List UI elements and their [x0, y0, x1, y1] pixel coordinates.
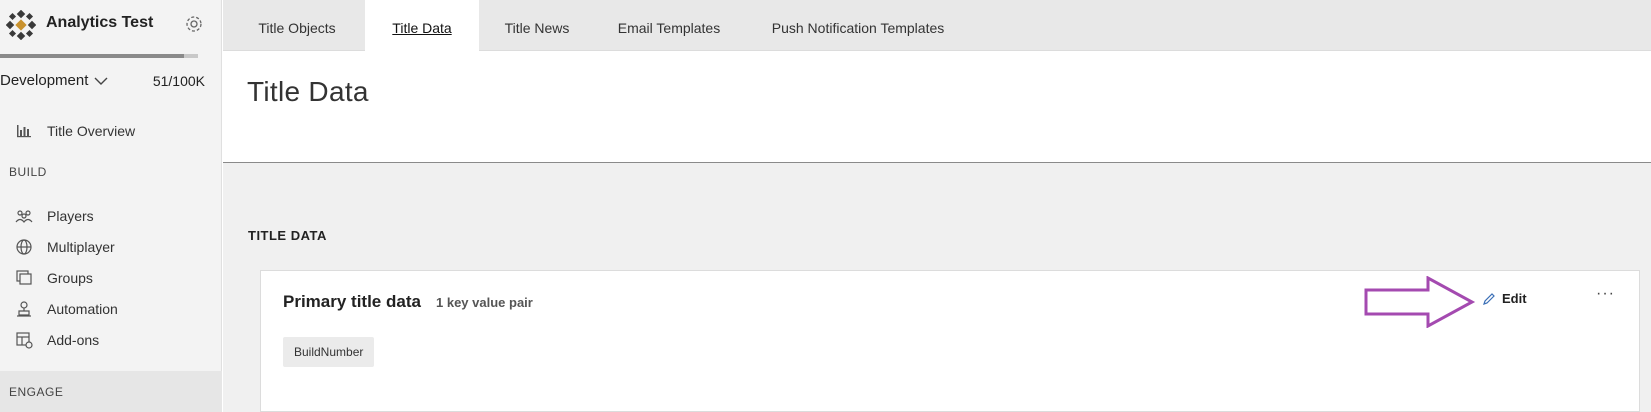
players-icon [15, 210, 33, 223]
sidebar-item-players[interactable]: Players [0, 202, 222, 230]
edit-label: Edit [1502, 291, 1527, 306]
usage-count: 51/100K [152, 73, 205, 89]
sidebar-item-label: Multiplayer [47, 239, 115, 255]
sidebar: Analytics Test Development 51/100K Title… [0, 0, 222, 412]
sidebar-item-multiplayer[interactable]: Multiplayer [0, 233, 222, 261]
section-label: TITLE DATA [248, 228, 327, 243]
tab-bar: Title Objects Title Data Title News Emai… [223, 0, 1651, 51]
usage-progress-fill [0, 54, 185, 58]
tab-title-objects[interactable]: Title Objects [236, 0, 358, 51]
groups-icon [16, 270, 32, 285]
sidebar-item-add-ons[interactable]: Add-ons [0, 326, 222, 354]
more-options-button[interactable]: ··· [1596, 285, 1615, 303]
build-section-heading: BUILD [9, 165, 47, 179]
engage-section: ENGAGE [0, 371, 222, 412]
sidebar-item-groups[interactable]: Groups [0, 264, 222, 292]
sidebar-item-label: Title Overview [47, 123, 136, 139]
app-header: Analytics Test [0, 0, 222, 50]
addons-icon [16, 332, 33, 349]
sidebar-item-label: Players [47, 208, 94, 224]
gear-icon[interactable] [184, 14, 204, 34]
tab-email-templates[interactable]: Email Templates [595, 0, 743, 51]
engage-section-heading: ENGAGE [9, 385, 64, 399]
tab-title-data[interactable]: Title Data [365, 0, 479, 51]
pencil-icon [1483, 292, 1495, 305]
page-title: Title Data [247, 76, 369, 107]
card-title: Primary title data [283, 292, 421, 311]
bar-chart-icon [17, 125, 31, 138]
environment-selector[interactable]: Development [0, 72, 108, 89]
annotation-arrow-icon [1364, 276, 1476, 328]
tab-title-news[interactable]: Title News [487, 0, 587, 51]
key-chip[interactable]: BuildNumber [283, 337, 375, 367]
environment-name: Development [0, 72, 89, 89]
usage-progress-bar [0, 54, 198, 58]
globe-icon [16, 239, 32, 255]
robot-icon [17, 301, 31, 317]
sidebar-item-automation[interactable]: Automation [0, 295, 222, 323]
page-header: Title Data [223, 51, 1651, 163]
sidebar-item-title-overview[interactable]: Title Overview [0, 117, 222, 145]
app-logo-icon [6, 10, 36, 40]
sidebar-item-label: Add-ons [47, 332, 100, 348]
app-title: Analytics Test [46, 14, 154, 31]
chevron-down-icon [94, 77, 108, 85]
tab-push-notification-templates[interactable]: Push Notification Templates [751, 0, 965, 51]
sidebar-item-label: Groups [47, 270, 93, 286]
sidebar-item-label: Automation [47, 301, 118, 317]
edit-button[interactable]: Edit [1482, 291, 1527, 306]
key-value-count: 1 key value pair [436, 295, 533, 310]
